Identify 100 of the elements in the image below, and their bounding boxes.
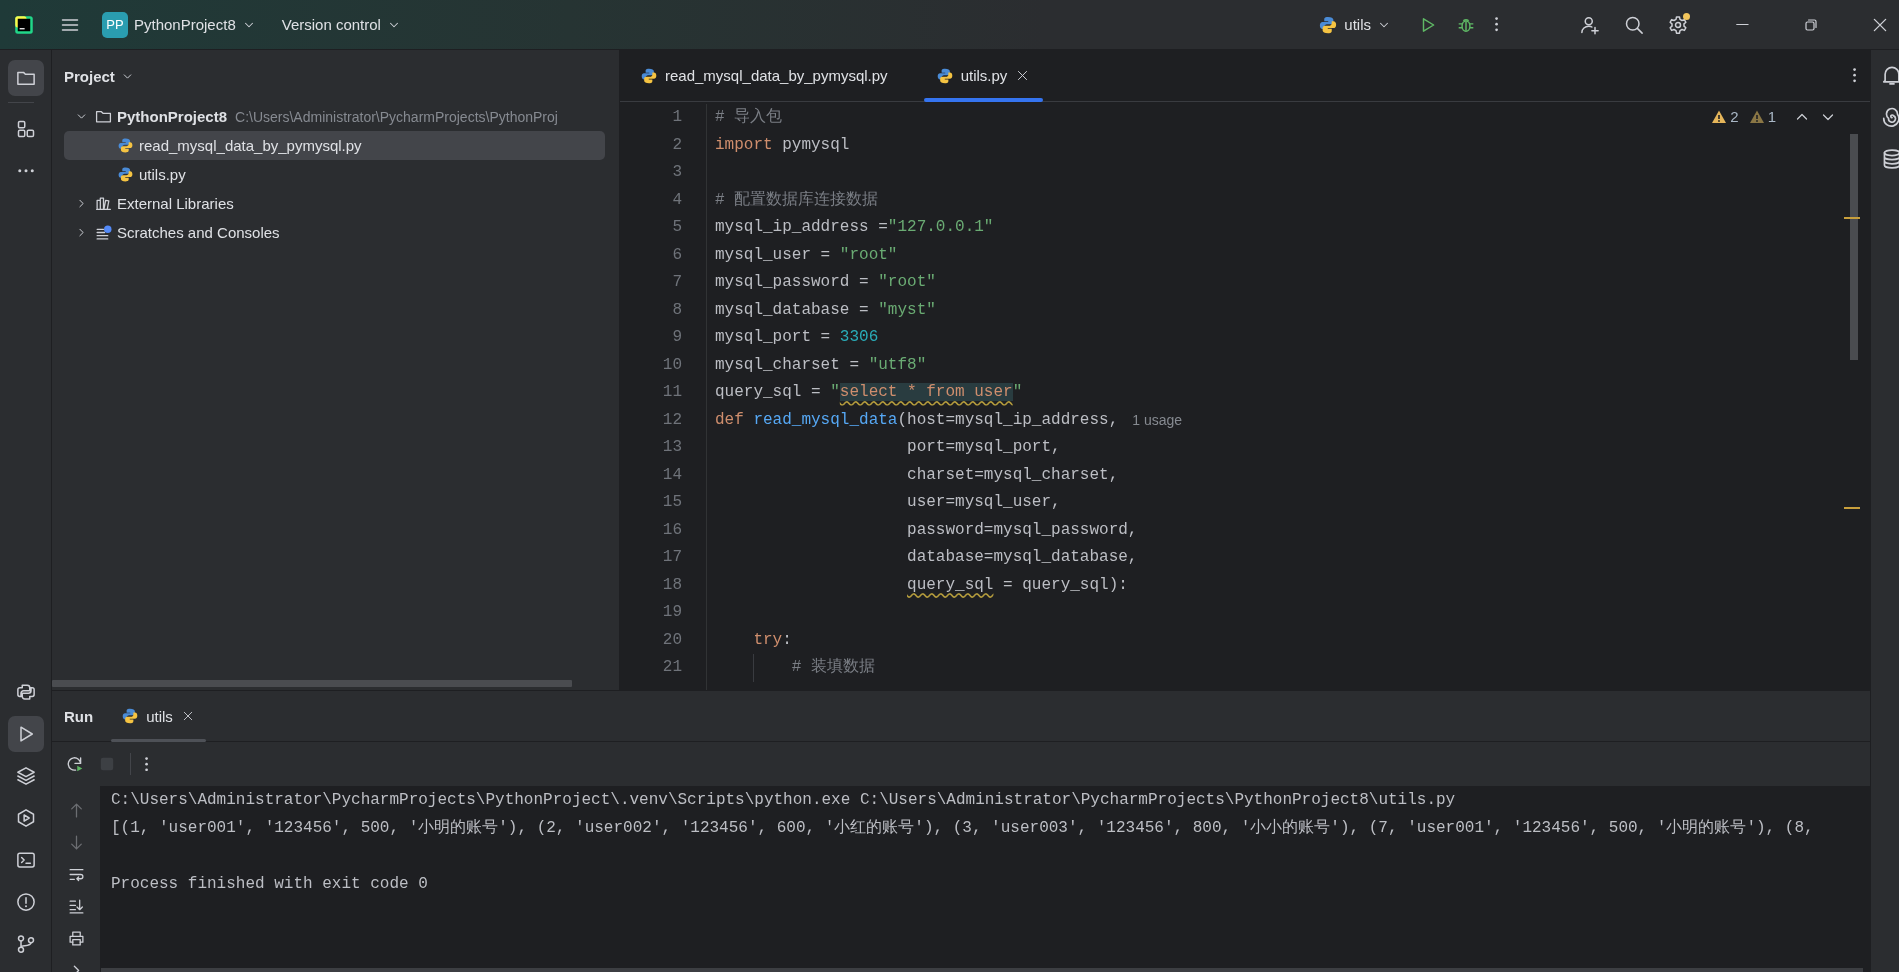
line-number: 1 <box>671 107 682 128</box>
git-icon <box>15 934 36 954</box>
vertical-scrollbar[interactable] <box>1850 134 1858 360</box>
add-user-icon <box>1580 14 1601 35</box>
close-icon <box>1016 69 1030 82</box>
code-line: try: <box>753 629 792 651</box>
restore-icon <box>1803 16 1819 33</box>
code-line: mysql_user = "root" <box>715 244 898 266</box>
editor-tab[interactable]: read_mysql_data_by_pymysql.py <box>628 50 900 101</box>
more-icon <box>17 169 34 173</box>
python-icon <box>935 66 954 85</box>
code-line: import pymysql <box>715 134 850 156</box>
code-line: # 装填数据 <box>791 657 875 678</box>
python-console-icon <box>15 682 36 702</box>
folder-tool-button[interactable] <box>7 60 44 96</box>
layers-icon <box>15 766 36 786</box>
project-switcher[interactable]: PP PythonProject8 <box>94 5 264 44</box>
code-line: mysql_password = "root" <box>715 272 936 293</box>
python-icon <box>121 707 140 725</box>
code-line: query_sql = "select * from user" <box>715 382 1023 403</box>
services-icon <box>15 808 36 828</box>
horizontal-scrollbar[interactable] <box>101 968 1863 972</box>
close-icon <box>181 710 194 722</box>
console-line: [(1, 'user001', '123456', 500, '小明的账号'), (2, 'user002', '123456', 600, '小红的账号'), (3, 'user003', '123456', 800, '小小的账号'), (7, 'user001', '123456', 500, '小明的账号'), (8, <box>111 818 1815 839</box>
python-icon <box>117 166 134 183</box>
tree-item[interactable]: read_mysql_data_by_pymysql.py <box>64 131 605 160</box>
tree-item[interactable]: Scratches and Consoles <box>64 218 605 247</box>
warning-marker[interactable] <box>1844 217 1860 219</box>
line-number: 10 <box>661 354 682 376</box>
soft-wrap-icon <box>67 866 85 883</box>
code-line: mysql_port = 3306 <box>715 327 879 348</box>
line-number: 3 <box>671 162 682 183</box>
more-icon <box>1852 68 1856 83</box>
code-line: password=mysql_password, <box>907 519 1138 541</box>
rerun-icon <box>66 755 84 773</box>
warning-marker[interactable] <box>1844 507 1860 509</box>
settings-icon <box>1668 14 1689 35</box>
run-configuration-selector[interactable]: utils <box>1310 8 1400 41</box>
code-line: # 配置数据库连接数据 <box>715 189 879 211</box>
scratches-icon <box>95 224 112 241</box>
weak-warning-icon <box>1748 108 1765 125</box>
line-number: 17 <box>661 547 682 568</box>
console-line: Process finished with exit code 0 <box>111 874 429 895</box>
line-number: 7 <box>671 272 682 293</box>
inspection-count[interactable]: 2 <box>1711 108 1739 125</box>
line-number: 4 <box>671 189 682 211</box>
structure-icon <box>15 119 36 139</box>
line-number: 21 <box>661 657 682 678</box>
line-number: 2 <box>671 134 682 156</box>
line-number: 18 <box>661 574 682 596</box>
project-path: C:\Users\Administrator\PycharmProjects\PythonProj <box>235 108 558 125</box>
code-line: database=mysql_database, <box>907 547 1138 568</box>
bell-tool-button[interactable] <box>1881 64 1899 86</box>
project-badge: PP <box>102 11 128 38</box>
library-icon <box>95 195 112 212</box>
usage-hint[interactable]: 1 usage <box>1132 412 1183 429</box>
inspection-count[interactable]: 1 <box>1748 108 1776 125</box>
warning-icon <box>1711 108 1728 125</box>
bell-icon <box>1881 64 1899 86</box>
code-line: port=mysql_port, <box>907 437 1061 458</box>
search-icon <box>1624 14 1645 35</box>
run-tool-button[interactable] <box>7 716 44 752</box>
line-number: 16 <box>661 519 682 541</box>
scroll-to-end-icon <box>67 898 85 915</box>
code-line: mysql_database = "myst" <box>715 299 936 321</box>
line-number: 11 <box>661 382 682 403</box>
python-icon <box>1318 14 1339 35</box>
code-line: mysql_charset = "utf8" <box>715 354 927 376</box>
more-icon <box>145 756 149 772</box>
print-icon <box>67 930 85 947</box>
line-number: 6 <box>671 244 682 266</box>
python-icon <box>117 137 134 154</box>
tree-item[interactable]: utils.py <box>64 160 605 189</box>
line-number: 15 <box>661 492 682 513</box>
horizontal-scrollbar[interactable] <box>52 680 572 687</box>
terminal-icon <box>15 850 36 870</box>
line-number: 12 <box>661 409 682 431</box>
app-logo-icon[interactable] <box>14 14 34 35</box>
tree-item[interactable]: External Libraries <box>64 189 605 218</box>
code-line: # 导入包 <box>715 107 783 128</box>
tree-item[interactable]: PythonProject8 C:\Users\Administrator\PycharmProjects\PythonProj <box>64 102 605 131</box>
version-control-menu[interactable]: Version control <box>273 10 409 39</box>
problems-icon <box>15 892 36 912</box>
code-line: mysql_ip_address ="127.0.0.1" <box>715 217 994 238</box>
panel-title: Run <box>64 706 94 727</box>
spiral-tool-button[interactable] <box>1881 106 1899 128</box>
code-line: charset=mysql_charset, <box>907 464 1119 486</box>
line-number: 14 <box>661 464 682 486</box>
project-view-selector[interactable]: Project <box>64 67 134 85</box>
python-icon <box>640 66 658 85</box>
code-line: query_sql = query_sql): <box>907 574 1128 596</box>
database-tool-button[interactable] <box>1881 148 1899 170</box>
code-line: user=mysql_user, <box>907 492 1061 513</box>
line-number: 5 <box>671 217 682 238</box>
editor-tab[interactable]: utils.py <box>923 50 1044 101</box>
run-tab[interactable]: utils <box>111 691 206 741</box>
minimize-icon <box>1736 23 1749 26</box>
more-icon <box>1495 17 1499 32</box>
line-number: 19 <box>661 602 682 623</box>
folder-icon <box>95 108 112 125</box>
